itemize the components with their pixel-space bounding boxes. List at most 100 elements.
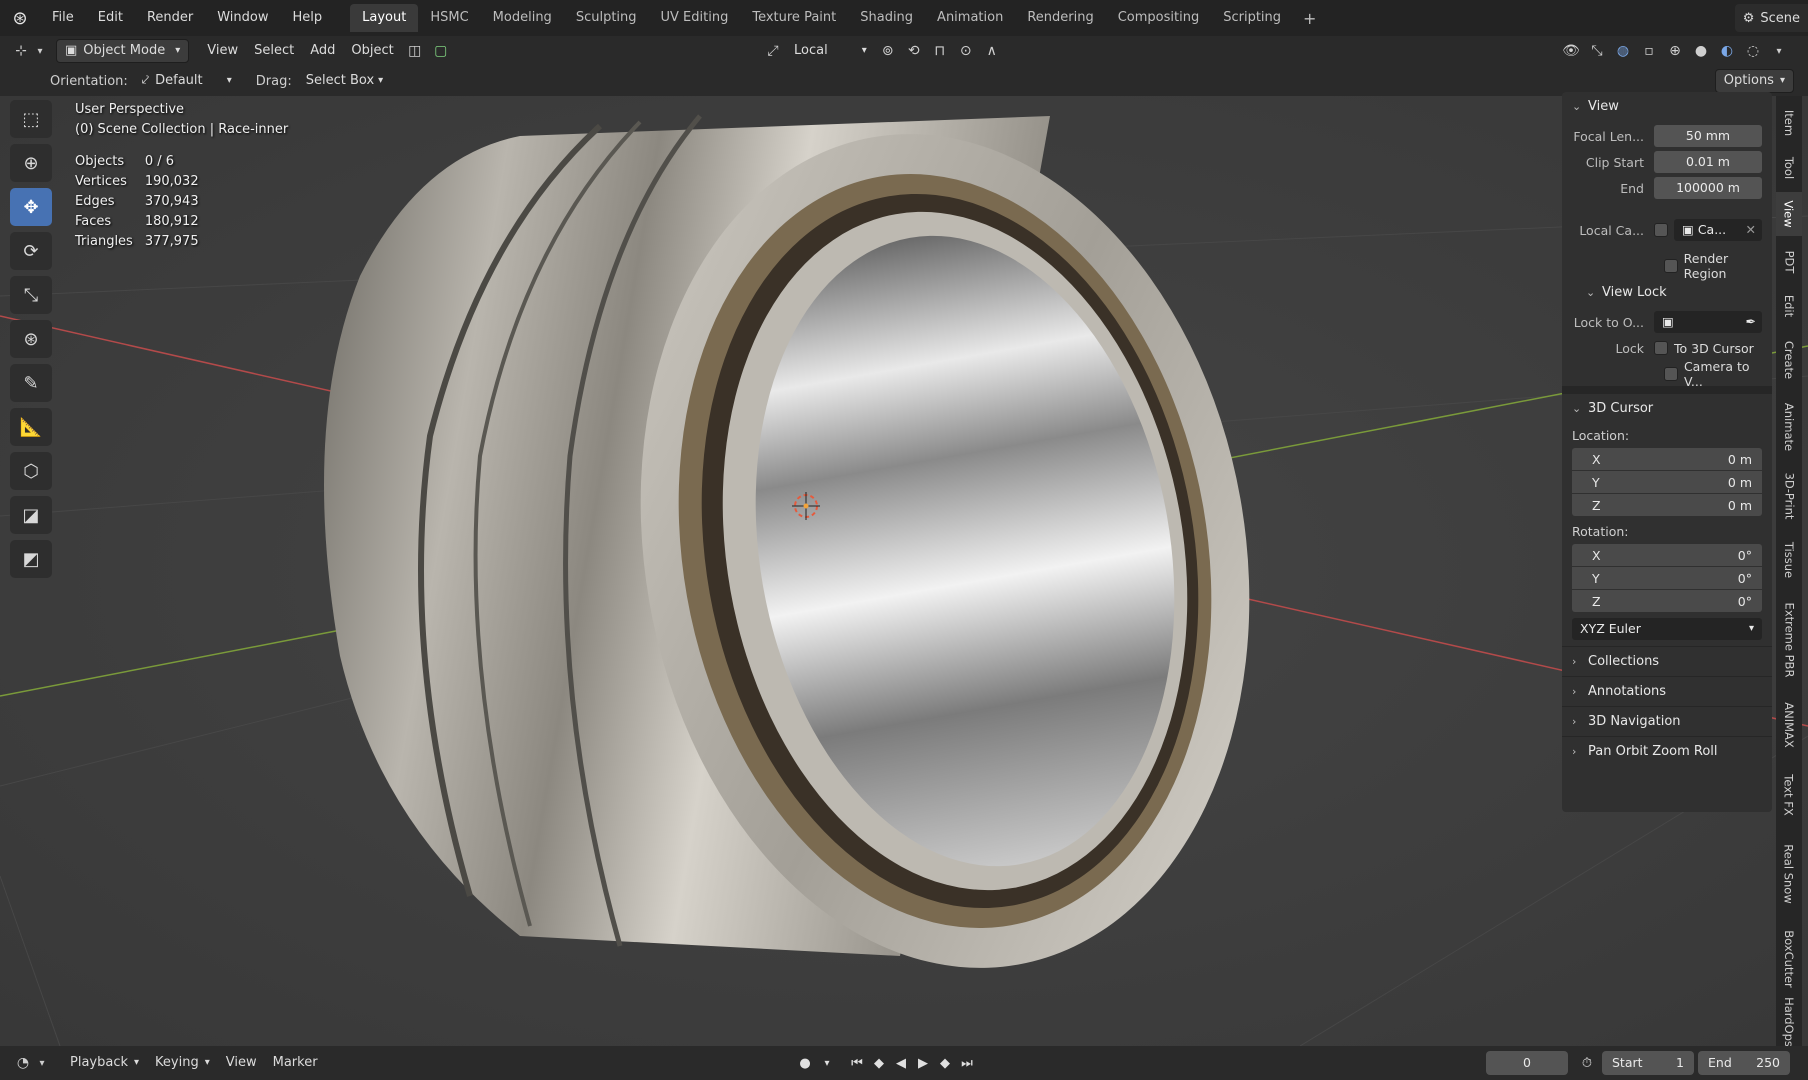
menu-window[interactable]: Window [205, 0, 280, 36]
transform-space-selector[interactable]: Local ▾ [786, 39, 875, 63]
play-icon[interactable]: ▶ [912, 1051, 934, 1075]
current-frame-field[interactable]: 0 [1486, 1051, 1568, 1075]
prev-keyframe-icon[interactable]: ◆ [868, 1051, 890, 1075]
header-menu-select[interactable]: Select [246, 39, 302, 63]
camera-to-view-checkbox[interactable] [1664, 367, 1678, 381]
jump-end-icon[interactable]: ⏭ [956, 1051, 978, 1075]
add-workspace-button[interactable]: + [1293, 9, 1326, 28]
rendered-shading-icon[interactable]: ◌ [1740, 39, 1766, 63]
gizmo-icon[interactable]: ⤡ [1584, 39, 1610, 63]
solid-shading-icon[interactable]: ● [1688, 39, 1714, 63]
timeline-menu-playback[interactable]: Playback ▾ [62, 1051, 147, 1075]
measure-tool-icon[interactable]: 📐 [10, 408, 52, 446]
cursor-tool-icon[interactable]: ⊕ [10, 144, 52, 182]
transform-tool-icon[interactable]: ⊛ [10, 320, 52, 358]
jump-start-icon[interactable]: ⏮ [846, 1051, 868, 1075]
play-reverse-icon[interactable]: ◀ [890, 1051, 912, 1075]
menu-file[interactable]: File [40, 0, 86, 36]
focal-length-field[interactable]: 50 mm [1654, 125, 1762, 147]
rotation-z-field[interactable]: Z 0° [1572, 590, 1762, 612]
side-tab-animax[interactable]: ANIMAX [1776, 692, 1802, 758]
drag-selector[interactable]: Select Box ▾ [298, 69, 391, 93]
render-region-checkbox[interactable] [1664, 259, 1678, 273]
rotation-mode-select[interactable]: XYZ Euler ▾ [1572, 618, 1762, 640]
timeline-menu-view[interactable]: View [218, 1051, 265, 1075]
next-keyframe-icon[interactable]: ◆ [934, 1051, 956, 1075]
side-tab-tissue[interactable]: Tissue [1776, 532, 1802, 588]
eyedropper-icon[interactable]: ✒ [1746, 311, 1756, 333]
annotations-panel-header[interactable]: › Annotations [1562, 676, 1772, 706]
add-cube-tool-icon[interactable]: ⬡ [10, 452, 52, 490]
side-tab-3d-print[interactable]: 3D-Print [1776, 464, 1802, 528]
side-tab-edit[interactable]: Edit [1776, 286, 1802, 326]
close-icon[interactable]: ✕ [1746, 219, 1756, 241]
chevron-down-icon[interactable]: ▾ [1766, 39, 1792, 63]
select-tool-icon[interactable]: ⬚ [10, 100, 52, 138]
record-icon[interactable]: ● [794, 1051, 816, 1075]
start-frame-field[interactable]: Start 1 [1602, 1051, 1694, 1075]
tab-modeling[interactable]: Modeling [481, 4, 564, 32]
options-button[interactable]: Options ▾ [1714, 69, 1794, 93]
snap-select-icon[interactable]: ▢ [428, 39, 454, 63]
side-tab-tool[interactable]: Tool [1776, 148, 1802, 188]
side-tab-boxcutter[interactable]: BoxCutter [1776, 920, 1802, 998]
rotate-tool-icon[interactable]: ⟳ [10, 232, 52, 270]
tab-rendering[interactable]: Rendering [1015, 4, 1105, 32]
side-tab-pdt[interactable]: PDT [1776, 242, 1802, 282]
side-tab-create[interactable]: Create [1776, 330, 1802, 390]
side-tab-item[interactable]: Item [1776, 102, 1802, 144]
timeline-menu-marker[interactable]: Marker [265, 1051, 326, 1075]
side-tab-animate[interactable]: Animate [1776, 394, 1802, 460]
render-region-row[interactable]: Render Region [1562, 251, 1772, 281]
annotate-tool-icon[interactable]: ✎ [10, 364, 52, 402]
snap-target-icon[interactable]: ⊓ [927, 39, 953, 63]
menu-edit[interactable]: Edit [86, 0, 135, 36]
header-menu-view[interactable]: View [199, 39, 246, 63]
chevron-down-icon[interactable]: ▾ [34, 39, 46, 63]
local-camera-checkbox[interactable] [1654, 223, 1668, 237]
wireframe-shading-icon[interactable]: ⊕ [1662, 39, 1688, 63]
scene-selector[interactable]: ⚙ Scene [1734, 4, 1808, 32]
view-lock-header[interactable]: ⌄ View Lock [1562, 278, 1772, 308]
snap-icon[interactable]: ⟲ [901, 39, 927, 63]
orientation-selector[interactable]: ⤦ Default ▾ [134, 69, 240, 93]
side-tab-hardops[interactable]: HardOps [1776, 997, 1802, 1047]
editor-type-icon[interactable]: ⊹ [8, 39, 34, 63]
hardops-tool-icon[interactable]: ◩ [10, 540, 52, 578]
pivot-point-icon[interactable]: ⊚ [875, 39, 901, 63]
3d-navigation-panel-header[interactable]: › 3D Navigation [1562, 706, 1772, 736]
location-y-field[interactable]: Y 0 m [1572, 471, 1762, 493]
tab-texture-paint[interactable]: Texture Paint [740, 4, 848, 32]
scale-tool-icon[interactable]: ⤡ [10, 276, 52, 314]
proportional-edit-icon[interactable]: ⊙ [953, 39, 979, 63]
collections-panel-header[interactable]: › Collections [1562, 646, 1772, 676]
tab-animation[interactable]: Animation [925, 4, 1015, 32]
view-panel-header[interactable]: ⌄ View [1562, 92, 1772, 122]
menu-render[interactable]: Render [135, 0, 205, 36]
tab-hsmc[interactable]: HSMC [418, 4, 480, 32]
menu-help[interactable]: Help [281, 0, 335, 36]
header-menu-object[interactable]: Object [343, 39, 401, 63]
timeline-menu-keying[interactable]: Keying ▾ [147, 1051, 218, 1075]
tab-shading[interactable]: Shading [848, 4, 925, 32]
xray-icon[interactable]: ▫ [1636, 39, 1662, 63]
clip-end-field[interactable]: 100000 m [1654, 177, 1762, 199]
stopwatch-icon[interactable]: ⏱ [1576, 1051, 1598, 1075]
tab-sculpting[interactable]: Sculpting [564, 4, 649, 32]
tab-compositing[interactable]: Compositing [1106, 4, 1212, 32]
header-menu-add[interactable]: Add [302, 39, 343, 63]
side-tab-view[interactable]: View [1776, 192, 1802, 236]
overlay-icon[interactable]: ◍ [1610, 39, 1636, 63]
visibility-icon[interactable]: 👁 [1558, 39, 1584, 63]
mode-selector[interactable]: ▣ Object Mode ▾ [56, 39, 190, 63]
chevron-down-icon[interactable]: ▾ [816, 1051, 838, 1075]
end-frame-field[interactable]: End 250 [1698, 1051, 1790, 1075]
local-camera-field[interactable]: ▣ Ca... ✕ [1674, 219, 1762, 241]
rotation-y-field[interactable]: Y 0° [1572, 567, 1762, 589]
falloff-icon[interactable]: ∧ [979, 39, 1005, 63]
tab-uv-editing[interactable]: UV Editing [649, 4, 741, 32]
side-tab-extreme-pbr[interactable]: Extreme PBR [1776, 592, 1802, 688]
boxcutter-tool-icon[interactable]: ◪ [10, 496, 52, 534]
tab-scripting[interactable]: Scripting [1211, 4, 1293, 32]
rotation-x-field[interactable]: X 0° [1572, 544, 1762, 566]
